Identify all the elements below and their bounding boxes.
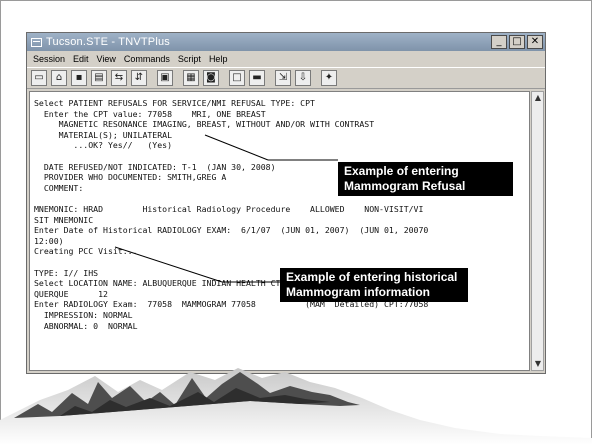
mountain-decoration (0, 368, 592, 445)
